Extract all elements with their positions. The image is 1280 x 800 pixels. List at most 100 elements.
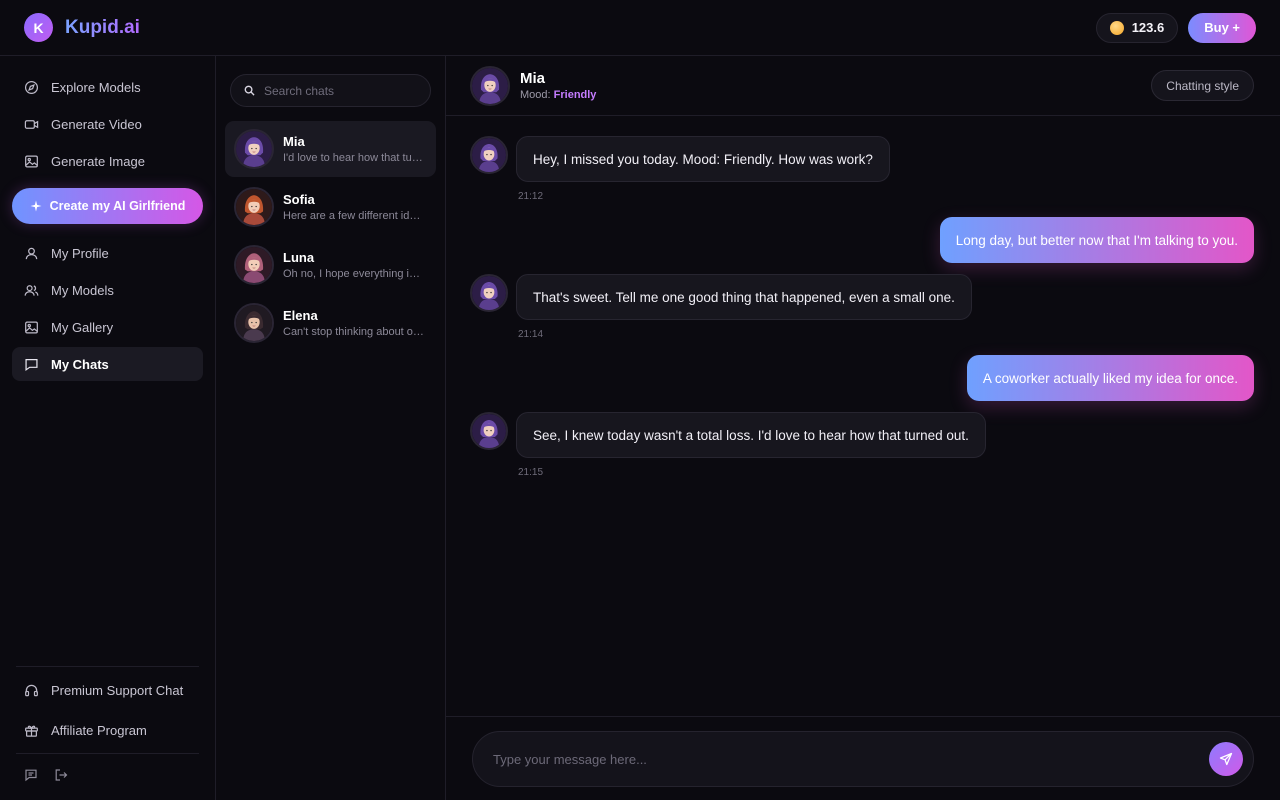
mood-value: Friendly	[553, 89, 597, 101]
chat-item-preview: Oh no, I hope everything is okay.	[283, 268, 425, 280]
avatar	[234, 303, 274, 343]
message-input-box[interactable]	[472, 731, 1254, 787]
create-button-label: Create my AI Girlfriend	[49, 199, 186, 213]
message-time: 21:12	[518, 191, 544, 202]
coin-icon	[1109, 20, 1124, 35]
sidebar-item-label: Generate Video	[51, 116, 142, 132]
sidebar-item-my-chats[interactable]: My Chats	[12, 347, 203, 381]
gift-icon	[25, 725, 38, 737]
chat-item-text: Elena Can't stop thinking about our talk…	[283, 308, 427, 338]
message-time: 21:14	[518, 329, 544, 340]
message-bubble: Long day, but better now that I'm talkin…	[939, 217, 1254, 263]
chat-item-name: Mia	[283, 134, 305, 149]
chat-contact-info: Mia Mood: Friendly	[520, 70, 596, 101]
message-ai: That's sweet. Tell me one good thing tha…	[470, 274, 972, 320]
message-user: Long day, but better now that I'm talkin…	[939, 217, 1254, 263]
chat-item-sofia[interactable]: Sofia Here are a few different ideas for…	[225, 179, 436, 235]
message-composer	[446, 716, 1280, 800]
message-bubble: Hey, I missed you today. Mood: Friendly.…	[516, 136, 890, 182]
chat-item-text: Mia I'd love to hear how that turned out…	[283, 134, 427, 164]
credits-balance[interactable]: 123.6	[1095, 12, 1179, 43]
avatar	[234, 129, 274, 169]
sidebar: Explore Models Generate Video Generate I…	[0, 56, 216, 800]
avatar	[234, 245, 274, 285]
sidebar-item-label: My Gallery	[51, 319, 114, 335]
sidebar-item-label: Generate Image	[51, 153, 145, 169]
message-bubble: See, I knew today wasn't a total loss. I…	[516, 412, 986, 458]
chat-item-name: Elena	[283, 308, 318, 323]
chat-contact-name: Mia	[520, 70, 546, 87]
send-icon	[1219, 752, 1233, 766]
chat-contact[interactable]: Mia Mood: Friendly	[470, 65, 596, 106]
sidebar-item-label: Premium Support Chat	[51, 682, 184, 698]
image-icon	[25, 155, 38, 167]
chat-item-elena[interactable]: Elena Can't stop thinking about our talk…	[225, 295, 436, 351]
chat-icon	[25, 358, 38, 371]
message-user: A coworker actually liked my idea for on…	[966, 355, 1254, 401]
sidebar-item-generate-image[interactable]: Generate Image	[12, 144, 203, 178]
avatar	[470, 136, 508, 174]
sidebar-item-my-models[interactable]: My Models	[12, 273, 203, 307]
avatar	[470, 65, 510, 106]
sparkle-icon	[30, 200, 42, 212]
avatar	[470, 412, 508, 450]
avatar	[470, 274, 508, 312]
divider	[16, 666, 199, 667]
logo-mark: K	[24, 13, 53, 42]
credits-value: 123.6	[1131, 20, 1165, 35]
mood-label: Mood:	[520, 89, 551, 101]
chat-item-preview: Can't stop thinking about our talk.	[283, 326, 425, 338]
logout-icon[interactable]	[54, 768, 68, 782]
headphones-icon	[25, 684, 38, 696]
compass-icon	[24, 80, 39, 94]
logo[interactable]: K Kupid.ai	[24, 13, 140, 42]
chat-list-panel: Mia I'd love to hear how that turned out…	[216, 56, 446, 800]
chat-item-mia[interactable]: Mia I'd love to hear how that turned out…	[225, 121, 436, 177]
send-button[interactable]	[1209, 742, 1243, 776]
sidebar-item-generate-video[interactable]: Generate Video	[12, 107, 203, 141]
message-ai: See, I knew today wasn't a total loss. I…	[470, 412, 986, 458]
sidebar-item-label: My Models	[51, 282, 114, 298]
top-bar: K Kupid.ai 123.6 Buy +	[0, 0, 1280, 56]
chat-contact-mood: Mood: Friendly	[520, 89, 596, 101]
chat-item-preview: Here are a few different ideas for you.	[283, 210, 425, 222]
chat-item-text: Sofia Here are a few different ideas for…	[283, 192, 427, 222]
message-input[interactable]	[493, 751, 1209, 767]
message-bubble: A coworker actually liked my idea for on…	[966, 355, 1254, 401]
feedback-icon[interactable]	[24, 768, 38, 782]
chat-item-name: Luna	[283, 250, 315, 265]
chat-header: Mia Mood: Friendly Chatting style	[446, 56, 1280, 116]
search-box[interactable]	[230, 74, 431, 107]
sidebar-item-label: Explore Models	[51, 79, 141, 95]
top-actions: 123.6 Buy +	[1095, 12, 1256, 43]
app-name: Kupid.ai	[65, 16, 140, 38]
sidebar-item-explore-models[interactable]: Explore Models	[12, 70, 203, 104]
chat-panel: Mia Mood: Friendly Chatting style Hey, I…	[446, 56, 1280, 800]
chat-item-text: Luna Oh no, I hope everything is okay.	[283, 250, 427, 280]
chat-item-name: Sofia	[283, 192, 315, 207]
message-time: 21:15	[518, 467, 544, 478]
message-bubble: That's sweet. Tell me one good thing tha…	[516, 274, 972, 320]
search-input[interactable]	[264, 83, 414, 98]
sidebar-item-label: Affiliate Program	[51, 722, 147, 738]
sidebar-item-label: My Chats	[51, 356, 109, 372]
sidebar-item-premium-support[interactable]: Premium Support Chat	[12, 673, 203, 707]
sidebar-item-my-profile[interactable]: My Profile	[12, 236, 203, 270]
message-list: Hey, I missed you today. Mood: Friendly.…	[446, 116, 1280, 716]
gallery-icon	[25, 321, 38, 333]
message-ai: Hey, I missed you today. Mood: Friendly.…	[470, 136, 890, 182]
video-camera-icon	[24, 119, 39, 129]
buy-button[interactable]: Buy +	[1188, 12, 1256, 43]
avatar	[234, 187, 274, 227]
sidebar-item-affiliate-program[interactable]: Affiliate Program	[12, 713, 203, 747]
chatting-style-button[interactable]: Chatting style	[1151, 70, 1254, 101]
users-icon	[24, 284, 39, 296]
search-icon	[244, 85, 255, 96]
sidebar-item-label: My Profile	[51, 245, 109, 261]
create-ai-girlfriend-button[interactable]: Create my AI Girlfriend	[12, 188, 203, 224]
sidebar-item-my-gallery[interactable]: My Gallery	[12, 310, 203, 344]
chat-item-preview: I'd love to hear how that turned out.	[283, 152, 425, 164]
sidebar-utility-icons	[12, 754, 203, 800]
sidebar-footer: Premium Support Chat Affiliate Program	[12, 666, 203, 800]
chat-item-luna[interactable]: Luna Oh no, I hope everything is okay.	[225, 237, 436, 293]
